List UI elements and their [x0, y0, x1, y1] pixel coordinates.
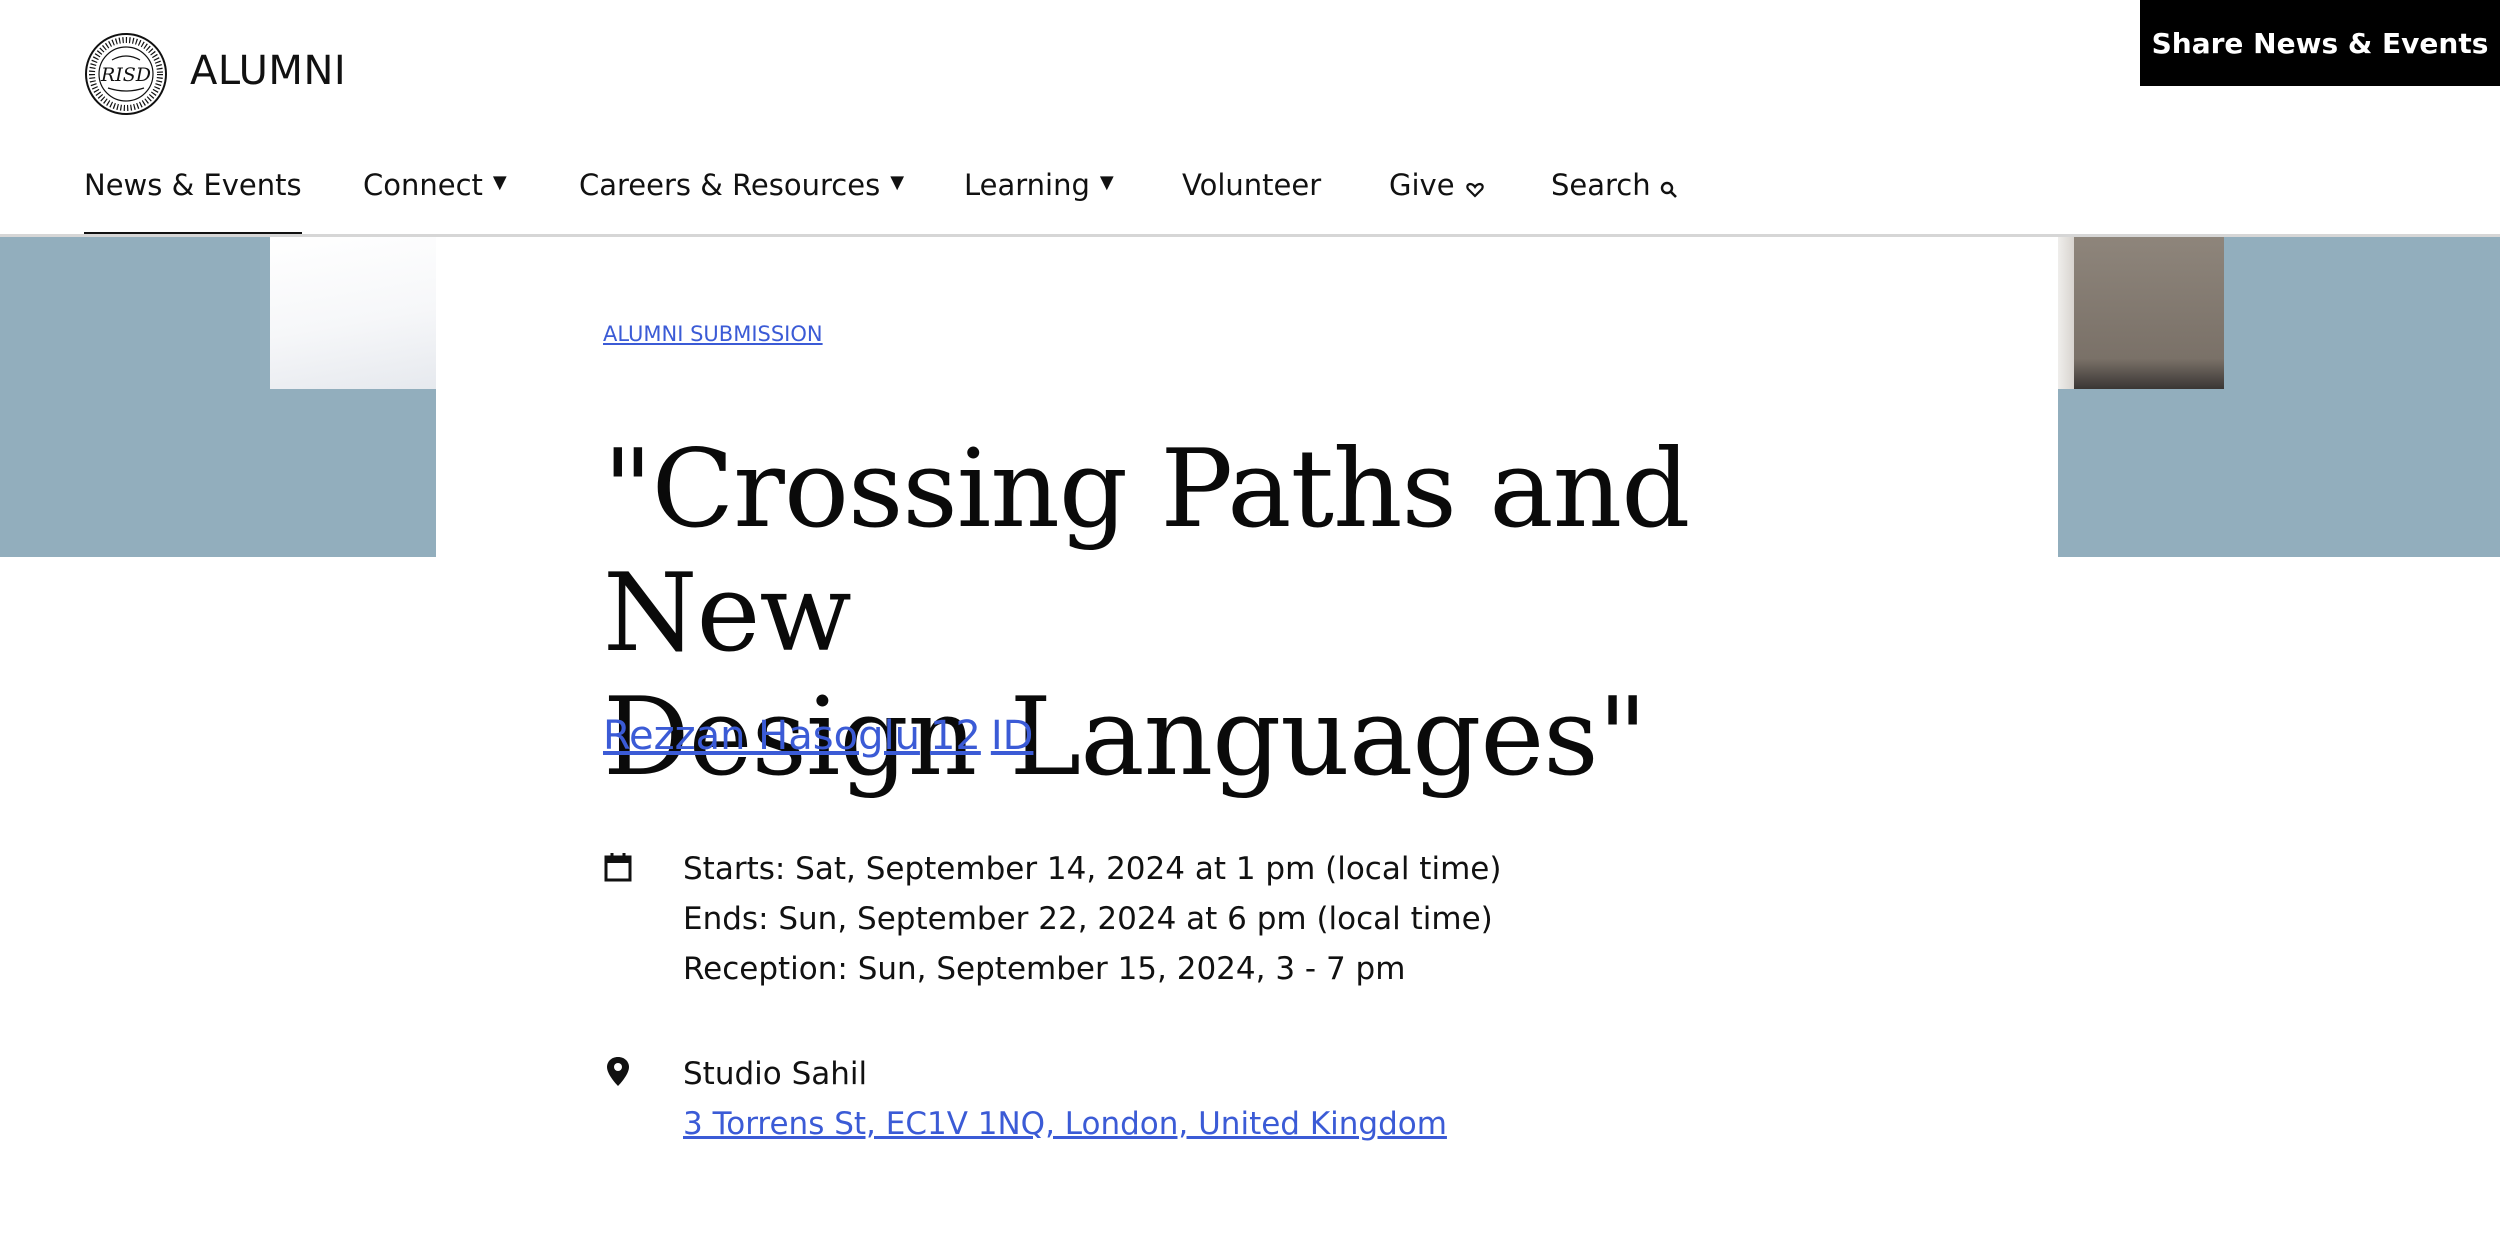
- risd-seal-icon: RISD: [85, 33, 167, 115]
- risd-seal-logo[interactable]: RISD: [84, 32, 168, 116]
- hero-image-left: [270, 237, 436, 389]
- event-start-time: Starts: Sat, September 14, 2024 at 1 pm …: [683, 851, 1502, 887]
- caret-down-icon: ▼: [890, 172, 905, 193]
- search-icon: [1660, 181, 1677, 198]
- author-byline: Rezzan Hasoglu 12 ID: [603, 713, 1033, 759]
- caret-down-icon: ▼: [492, 172, 507, 193]
- nav-item-label: Give: [1389, 168, 1455, 202]
- author-name-link[interactable]: Rezzan Hasoglu: [603, 713, 920, 759]
- category-tag-link[interactable]: ALUMNI SUBMISSION: [603, 322, 823, 346]
- author-major-link[interactable]: ID: [991, 713, 1034, 759]
- event-end-time: Ends: Sun, September 22, 2024 at 6 pm (l…: [683, 901, 1493, 937]
- nav-item-news-events[interactable]: News & Events: [84, 168, 302, 236]
- calendar-icon: [604, 853, 632, 882]
- hero-image-right: [2056, 237, 2224, 389]
- share-news-events-button[interactable]: Share News & Events: [2140, 0, 2500, 86]
- nav-item-label: Search: [1551, 168, 1651, 202]
- caret-down-icon: ▼: [1099, 172, 1114, 193]
- venue-address-link[interactable]: 3 Torrens St, EC1V 1NQ, London, United K…: [683, 1106, 1447, 1142]
- alumni-wordmark[interactable]: ALUMNI: [190, 48, 346, 94]
- nav-item-label: Careers & Resources: [579, 168, 881, 202]
- event-reception-time: Reception: Sun, September 15, 2024, 3 - …: [683, 951, 1406, 987]
- author-year-link[interactable]: 12: [930, 713, 981, 759]
- nav-item-careers-resources[interactable]: Careers & Resources ▼: [579, 168, 904, 236]
- nav-item-volunteer[interactable]: Volunteer: [1182, 168, 1321, 236]
- heart-caret-icon: [1465, 182, 1484, 198]
- nav-item-search[interactable]: Search: [1551, 168, 1679, 236]
- location-pin-icon: [607, 1057, 629, 1086]
- nav-item-label: News & Events: [84, 168, 302, 202]
- nav-item-label: Volunteer: [1182, 168, 1322, 202]
- nav-item-learning[interactable]: Learning ▼: [964, 168, 1114, 236]
- venue-name: Studio Sahil: [683, 1056, 868, 1092]
- nav-item-label: Connect: [363, 168, 483, 202]
- nav-item-label: Learning: [964, 168, 1090, 202]
- page-title-line: "Crossing Paths and New: [603, 427, 1690, 676]
- nav-item-connect[interactable]: Connect ▼: [363, 168, 507, 236]
- nav-item-give[interactable]: Give: [1389, 168, 1485, 236]
- svg-text:RISD: RISD: [100, 64, 151, 86]
